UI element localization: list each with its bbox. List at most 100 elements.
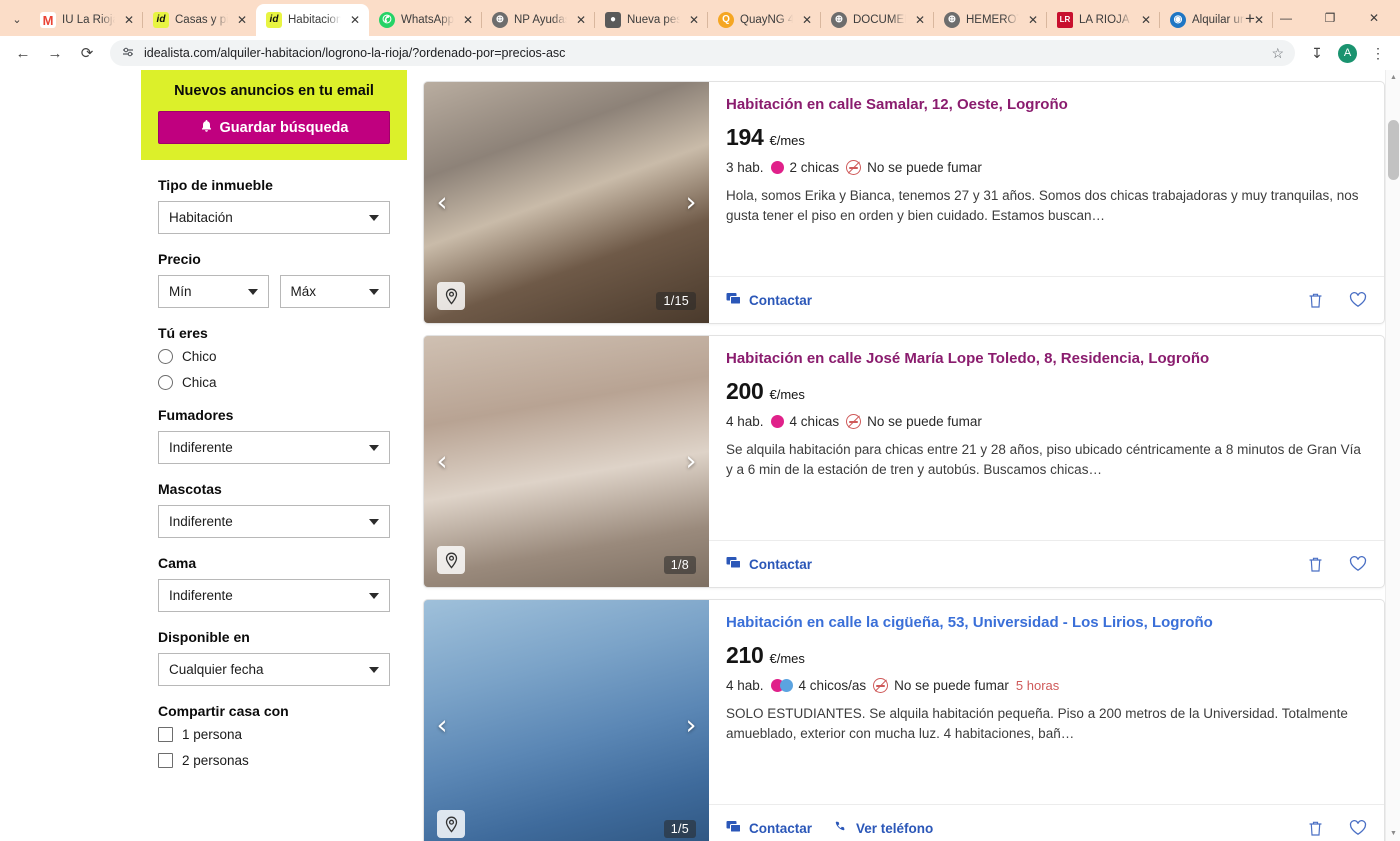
browser-tab[interactable]: Q QuayNG 4 ✕: [708, 4, 821, 36]
back-button[interactable]: ←: [8, 39, 38, 67]
browser-tab[interactable]: ⊕ NP Ayudas ✕: [482, 4, 595, 36]
close-window-button[interactable]: ✕: [1352, 4, 1396, 32]
favorite-heart-icon[interactable]: [1349, 292, 1367, 308]
browser-tab[interactable]: ⊕ HEMEROTE ✕: [934, 4, 1047, 36]
carousel-prev-icon[interactable]: ‹: [431, 188, 453, 218]
idealista-icon: id: [266, 12, 282, 28]
listing-card[interactable]: ‹ › 1/5 Habitación en calle la cigüeña, 53,…: [423, 599, 1385, 841]
carousel-next-icon[interactable]: ›: [680, 188, 702, 218]
price-min-select[interactable]: Mín: [158, 275, 269, 308]
url-text[interactable]: idealista.com/alquiler-habitacion/logron…: [144, 46, 1262, 60]
tab-close-icon[interactable]: ✕: [686, 12, 702, 28]
listing-meta: 3 hab. 2 chicas No se puede fumar: [726, 159, 1367, 175]
browser-menu-icon[interactable]: ⋮: [1364, 39, 1392, 67]
listing-title-link[interactable]: Habitación en calle Samalar, 12, Oeste, …: [726, 96, 1367, 115]
tab-close-icon[interactable]: ✕: [347, 12, 363, 28]
browser-tab[interactable]: ⊕ DOCUMEN ✕: [821, 4, 934, 36]
contact-button[interactable]: Contactar: [726, 556, 812, 573]
filter-value: Indiferente: [169, 514, 233, 529]
filter-label: Precio: [158, 251, 201, 267]
carousel-next-icon[interactable]: ›: [680, 447, 702, 477]
maximize-button[interactable]: ❐: [1308, 4, 1352, 32]
browser-tab[interactable]: M IU La Rioja ✕: [30, 4, 143, 36]
window-controls: — ❐ ✕: [1264, 4, 1396, 32]
filter-select[interactable]: Habitación: [158, 201, 390, 234]
radio-circle-icon[interactable]: [158, 375, 173, 390]
browser-tab[interactable]: id Habitacion ✕: [256, 4, 369, 36]
tab-close-icon[interactable]: ✕: [1025, 12, 1041, 28]
forward-button[interactable]: →: [40, 39, 70, 67]
favorite-heart-icon[interactable]: [1349, 820, 1367, 836]
female-gender-icon: [770, 414, 784, 428]
map-pin-button[interactable]: [437, 810, 465, 838]
listing-photo-carousel[interactable]: ‹ › 1/15: [424, 82, 709, 323]
radio-circle-icon[interactable]: [158, 349, 173, 364]
tab-close-icon[interactable]: ✕: [234, 12, 250, 28]
female-gender-icon: [770, 160, 784, 174]
tab-close-icon[interactable]: ✕: [460, 12, 476, 28]
discard-listing-icon[interactable]: [1308, 820, 1323, 837]
quay-icon: Q: [718, 12, 734, 28]
site-settings-icon[interactable]: [121, 46, 135, 60]
tab-search-icon[interactable]: ⌄: [4, 4, 30, 34]
tab-close-icon[interactable]: ✕: [1251, 12, 1267, 28]
tab-close-icon[interactable]: ✕: [912, 12, 928, 28]
download-icon[interactable]: ↧: [1303, 39, 1331, 67]
discard-listing-icon[interactable]: [1308, 556, 1323, 573]
favorite-heart-icon[interactable]: [1349, 556, 1367, 572]
filter-group: Tú eres Chico Chica: [158, 325, 390, 390]
tab-close-icon[interactable]: ✕: [1138, 12, 1154, 28]
tab-close-icon[interactable]: ✕: [121, 12, 137, 28]
listing-photo-carousel[interactable]: ‹ › 1/5: [424, 600, 709, 841]
browser-tab[interactable]: ◉ Alquilar un ✕: [1160, 4, 1273, 36]
checkbox-square-icon[interactable]: [158, 727, 173, 742]
scrollbar-thumb[interactable]: [1388, 120, 1399, 180]
bookmark-star-icon[interactable]: ☆: [1271, 45, 1284, 62]
filter-value: Cualquier fecha: [169, 662, 264, 677]
carousel-prev-icon[interactable]: ‹: [431, 711, 453, 741]
listing-card[interactable]: ‹ › 1/8 Habitación en calle José María Lope…: [423, 335, 1385, 588]
filter-value: Habitación: [169, 210, 233, 225]
map-pin-button[interactable]: [437, 282, 465, 310]
listing-title-link[interactable]: Habitación en calle la cigüeña, 53, Univ…: [726, 614, 1367, 633]
browser-tab[interactable]: ● Nueva pes ✕: [595, 4, 708, 36]
checkbox-square-icon[interactable]: [158, 753, 173, 768]
page-scrollbar[interactable]: ▲ ▼: [1385, 70, 1400, 841]
radio-option[interactable]: Chico: [158, 349, 390, 364]
email-alert-box: Nuevos anuncios en tu email Guardar búsq…: [141, 70, 407, 160]
larioja-icon: LR: [1057, 12, 1073, 28]
radio-option[interactable]: Chica: [158, 375, 390, 390]
filter-label: Cama: [158, 555, 197, 571]
listing-card[interactable]: ‹ › 1/15 Habitación en calle Samalar, 12, O…: [423, 81, 1385, 324]
filter-select[interactable]: Indiferente: [158, 431, 390, 464]
listing-title-link[interactable]: Habitación en calle José María Lope Tole…: [726, 350, 1367, 369]
browser-tab[interactable]: id Casas y pis ✕: [143, 4, 256, 36]
browser-tab[interactable]: ✆ WhatsApp ✕: [369, 4, 482, 36]
scroll-down-arrow[interactable]: ▼: [1386, 826, 1400, 841]
filter-select[interactable]: Cualquier fecha: [158, 653, 390, 686]
browser-tab[interactable]: LR LA RIOJA - ✕: [1047, 4, 1160, 36]
listing-photo-carousel[interactable]: ‹ › 1/8: [424, 336, 709, 587]
listing-photo: [424, 82, 709, 323]
view-phone-button[interactable]: Ver teléfono: [834, 820, 933, 837]
carousel-prev-icon[interactable]: ‹: [431, 447, 453, 477]
save-search-button[interactable]: Guardar búsqueda: [158, 111, 390, 144]
contact-button[interactable]: Contactar: [726, 292, 812, 309]
price-max-select[interactable]: Máx: [279, 275, 390, 308]
map-pin-button[interactable]: [437, 546, 465, 574]
discard-listing-icon[interactable]: [1308, 292, 1323, 309]
tab-title: IU La Rioja: [62, 14, 115, 26]
address-bar[interactable]: idealista.com/alquiler-habitacion/logron…: [110, 40, 1295, 66]
reload-button[interactable]: ⟳: [72, 39, 102, 67]
checkbox-option[interactable]: 2 personas: [158, 753, 390, 768]
contact-button[interactable]: Contactar: [726, 820, 812, 837]
mixed-gender-icon: [770, 678, 793, 692]
checkbox-option[interactable]: 1 persona: [158, 727, 390, 742]
tab-close-icon[interactable]: ✕: [573, 12, 589, 28]
tab-close-icon[interactable]: ✕: [799, 12, 815, 28]
filter-select[interactable]: Indiferente: [158, 579, 390, 612]
scroll-up-arrow[interactable]: ▲: [1386, 70, 1400, 85]
profile-avatar[interactable]: A: [1338, 43, 1357, 63]
filter-select[interactable]: Indiferente: [158, 505, 390, 538]
carousel-next-icon[interactable]: ›: [680, 711, 702, 741]
